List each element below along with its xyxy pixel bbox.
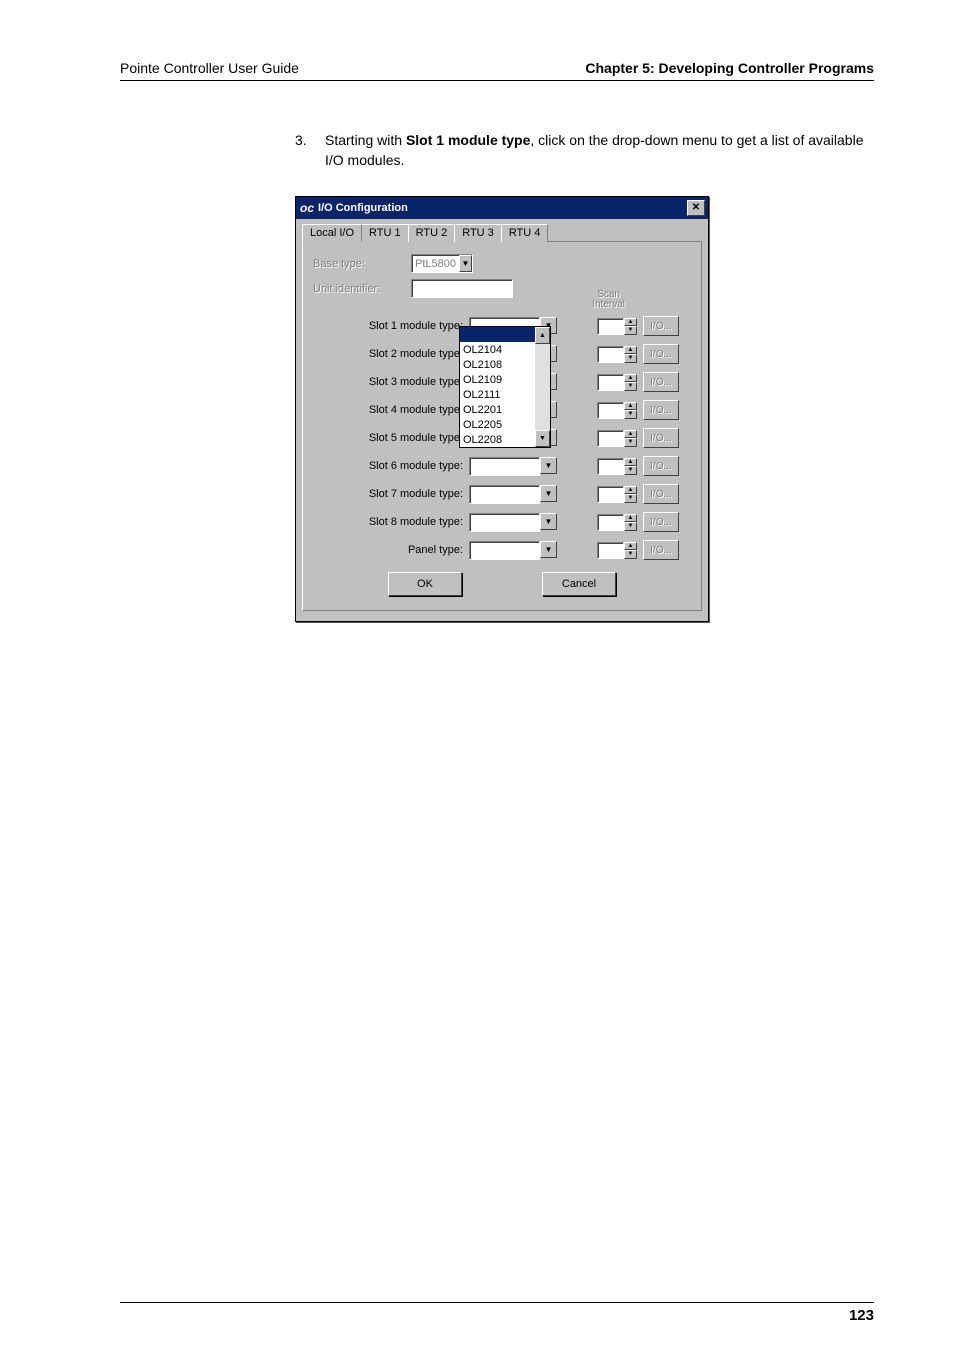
panel-type-combo[interactable]: ▼ — [469, 541, 557, 560]
slot-4-io-button[interactable]: I/O... — [643, 400, 679, 420]
slot-1-io-button[interactable]: I/O... — [643, 316, 679, 336]
tab-rtu-2[interactable]: RTU 2 — [408, 224, 456, 242]
slot-1-label: Slot 1 module type: — [313, 320, 469, 332]
slot-5-scan[interactable]: ▲▼ — [597, 430, 637, 447]
slot-row-8: Slot 8 module type: ▼ ▲▼ I/O... — [313, 512, 691, 532]
slot-6-io-button[interactable]: I/O... — [643, 456, 679, 476]
step-text: Starting with Slot 1 module type, click … — [325, 131, 874, 170]
slot-1-scan[interactable]: ▲▼ — [597, 318, 637, 335]
slot-4-scan[interactable]: ▲▼ — [597, 402, 637, 419]
slot-6-scan[interactable]: ▲▼ — [597, 458, 637, 475]
chevron-down-icon[interactable]: ▼ — [540, 513, 557, 530]
slot-3-io-button[interactable]: I/O... — [643, 372, 679, 392]
close-icon[interactable]: ✕ — [687, 200, 705, 216]
slot-8-label: Slot 8 module type: — [313, 516, 469, 528]
slot-7-combo[interactable]: ▼ — [469, 485, 557, 504]
tab-rtu-3[interactable]: RTU 3 — [454, 224, 502, 242]
slot-7-label: Slot 7 module type: — [313, 488, 469, 500]
slot-8-io-button[interactable]: I/O... — [643, 512, 679, 532]
slot-2-label: Slot 2 module type: — [313, 348, 469, 360]
slot-6-combo[interactable]: ▼ — [469, 457, 557, 476]
slot-7-io-button[interactable]: I/O... — [643, 484, 679, 504]
tab-panel: Base type: PtL5800 ▼ Unit identifier: Sc… — [302, 242, 702, 611]
chevron-down-icon[interactable]: ▼ — [459, 255, 472, 272]
slot-2-io-button[interactable]: I/O... — [643, 344, 679, 364]
unit-id-field[interactable] — [411, 279, 513, 298]
base-type-combo[interactable]: PtL5800 ▼ — [411, 254, 473, 273]
app-icon: oc — [300, 201, 314, 215]
slot-4-label: Slot 4 module type: — [313, 404, 469, 416]
slot-7-scan[interactable]: ▲▼ — [597, 486, 637, 503]
panel-row: Panel type: ▼ ▲▼ I/O... — [313, 540, 691, 560]
page-header: Pointe Controller User Guide Chapter 5: … — [120, 60, 874, 81]
unit-id-label: Unit identifier: — [313, 283, 405, 295]
slot-2-scan[interactable]: ▲▼ — [597, 346, 637, 363]
panel-io-button[interactable]: I/O... — [643, 540, 679, 560]
page-footer: 123 — [120, 1302, 874, 1324]
slot-5-label: Slot 5 module type: — [313, 432, 469, 444]
panel-type-label: Panel type: — [313, 544, 469, 556]
tab-rtu-4[interactable]: RTU 4 — [501, 224, 549, 242]
step-3: 3. Starting with Slot 1 module type, cli… — [295, 131, 874, 170]
slot-3-scan[interactable]: ▲▼ — [597, 374, 637, 391]
header-left: Pointe Controller User Guide — [120, 60, 299, 76]
chevron-down-icon[interactable]: ▼ — [540, 541, 557, 558]
slot-8-combo[interactable]: ▼ — [469, 513, 557, 532]
chevron-down-icon[interactable]: ▼ — [540, 485, 557, 502]
scan-interval-header: Scan Interval — [592, 290, 625, 310]
slot-row-6: Slot 6 module type: ▼ ▲▼ I/O... — [313, 456, 691, 476]
scroll-down-icon[interactable]: ▼ — [535, 430, 550, 447]
dialog-titlebar: oc I/O Configuration ✕ — [296, 197, 708, 219]
tab-strip: Local I/O RTU 1 RTU 2 RTU 3 RTU 4 — [302, 223, 702, 242]
panel-scan[interactable]: ▲▼ — [597, 542, 637, 559]
slot-6-label: Slot 6 module type: — [313, 460, 469, 472]
slot-3-label: Slot 3 module type: — [313, 376, 469, 388]
module-dropdown-list[interactable]: OL2104 OL2108 OL2109 OL2111 OL2201 OL220… — [459, 326, 551, 448]
dropdown-scrollbar[interactable]: ▲ ▼ — [535, 327, 550, 447]
tab-local-io[interactable]: Local I/O — [302, 224, 362, 242]
header-right: Chapter 5: Developing Controller Program… — [585, 60, 874, 76]
slot-5-io-button[interactable]: I/O... — [643, 428, 679, 448]
cancel-button[interactable]: Cancel — [542, 572, 616, 596]
slot-row-7: Slot 7 module type: ▼ ▲▼ I/O... — [313, 484, 691, 504]
scroll-up-icon[interactable]: ▲ — [535, 327, 550, 344]
io-config-dialog: oc I/O Configuration ✕ Local I/O RTU 1 R… — [295, 196, 709, 622]
ok-button[interactable]: OK — [388, 572, 462, 596]
slot-8-scan[interactable]: ▲▼ — [597, 514, 637, 531]
base-type-label: Base type: — [313, 258, 405, 270]
chevron-down-icon[interactable]: ▼ — [540, 457, 557, 474]
step-number: 3. — [295, 131, 313, 170]
dialog-title: I/O Configuration — [318, 202, 408, 214]
page-number: 123 — [849, 1307, 874, 1324]
tab-rtu-1[interactable]: RTU 1 — [361, 224, 409, 242]
